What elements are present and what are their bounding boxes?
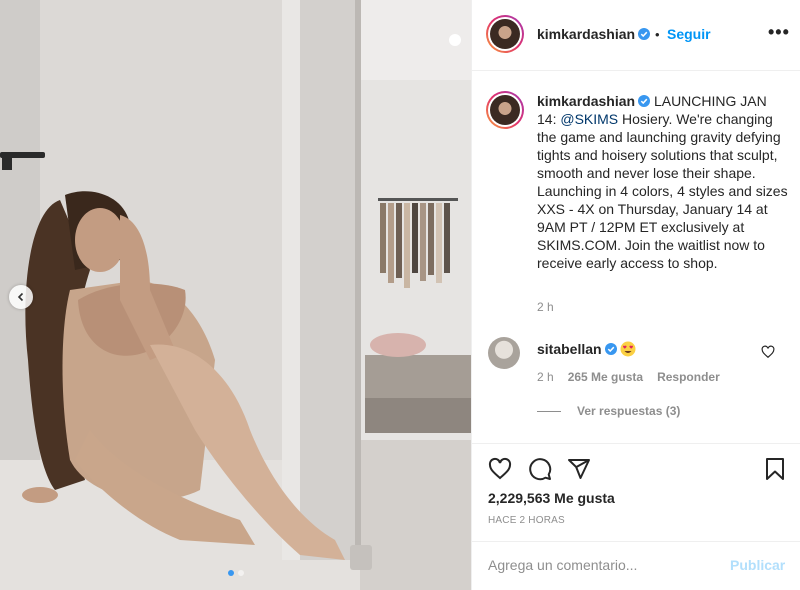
caption-text: kimkardashian LAUNCHING JAN 14: @SKIMS H… xyxy=(537,92,789,272)
add-comment-form: Publicar xyxy=(472,541,800,590)
post-photo[interactable] xyxy=(0,0,471,590)
view-replies-label: Ver respuestas (3) xyxy=(577,404,681,418)
share-button[interactable] xyxy=(567,457,591,481)
verified-badge-icon xyxy=(638,28,651,40)
photo-illustration xyxy=(0,0,471,590)
post-actions: 2,229,563 Me gusta HACE 2 HORAS Publicar xyxy=(472,443,800,590)
carousel-indicator xyxy=(0,570,471,576)
publish-button[interactable]: Publicar xyxy=(730,557,785,573)
comment-timestamp[interactable]: 2 h xyxy=(537,370,554,384)
caption-mention-link[interactable]: @SKIMS xyxy=(560,111,618,127)
more-options-button[interactable]: ••• xyxy=(768,22,790,43)
verified-badge-icon xyxy=(638,95,651,107)
comment-likes[interactable]: 265 Me gusta xyxy=(568,370,643,384)
verified-badge-icon xyxy=(604,343,617,355)
comment-body: sitabellan xyxy=(537,341,636,357)
comment-input[interactable] xyxy=(488,554,718,576)
comment-like-button[interactable] xyxy=(761,345,775,359)
carousel-prev-button[interactable] xyxy=(9,285,33,309)
post-likes-count[interactable]: 2,229,563 Me gusta xyxy=(488,490,615,506)
header-separator: • xyxy=(655,27,660,42)
caption-username[interactable]: kimkardashian xyxy=(537,93,635,109)
post-timestamp[interactable]: HACE 2 HORAS xyxy=(488,515,565,526)
view-replies-button[interactable]: Ver respuestas (3) xyxy=(537,404,680,418)
comment-meta: 2 h 265 Me gusta Responder xyxy=(537,370,720,384)
carousel-dot xyxy=(227,570,234,576)
commenter-avatar[interactable] xyxy=(488,337,520,369)
comment-button[interactable] xyxy=(528,457,552,481)
heart-eyes-emoji-icon xyxy=(620,341,636,357)
follow-button[interactable]: Seguir xyxy=(667,26,711,42)
reply-button[interactable]: Responder xyxy=(657,370,720,384)
post-header: kimkardashian • Seguir ••• xyxy=(472,0,800,71)
caption-text-body: Hosiery. We're changing the game and lau… xyxy=(537,111,788,271)
caption-author-avatar[interactable] xyxy=(486,91,524,129)
like-button[interactable] xyxy=(488,457,512,481)
commenter-username[interactable]: sitabellan xyxy=(537,341,602,357)
caption-timestamp[interactable]: 2 h xyxy=(537,300,554,314)
author-avatar[interactable] xyxy=(486,15,524,53)
post-side-panel: kimkardashian • Seguir ••• kimkardashian… xyxy=(471,0,800,590)
replies-divider-line xyxy=(537,410,561,412)
carousel-dot xyxy=(237,570,244,576)
author-username[interactable]: kimkardashian xyxy=(537,26,651,42)
save-button[interactable] xyxy=(763,457,787,481)
chevron-left-icon xyxy=(17,292,24,302)
